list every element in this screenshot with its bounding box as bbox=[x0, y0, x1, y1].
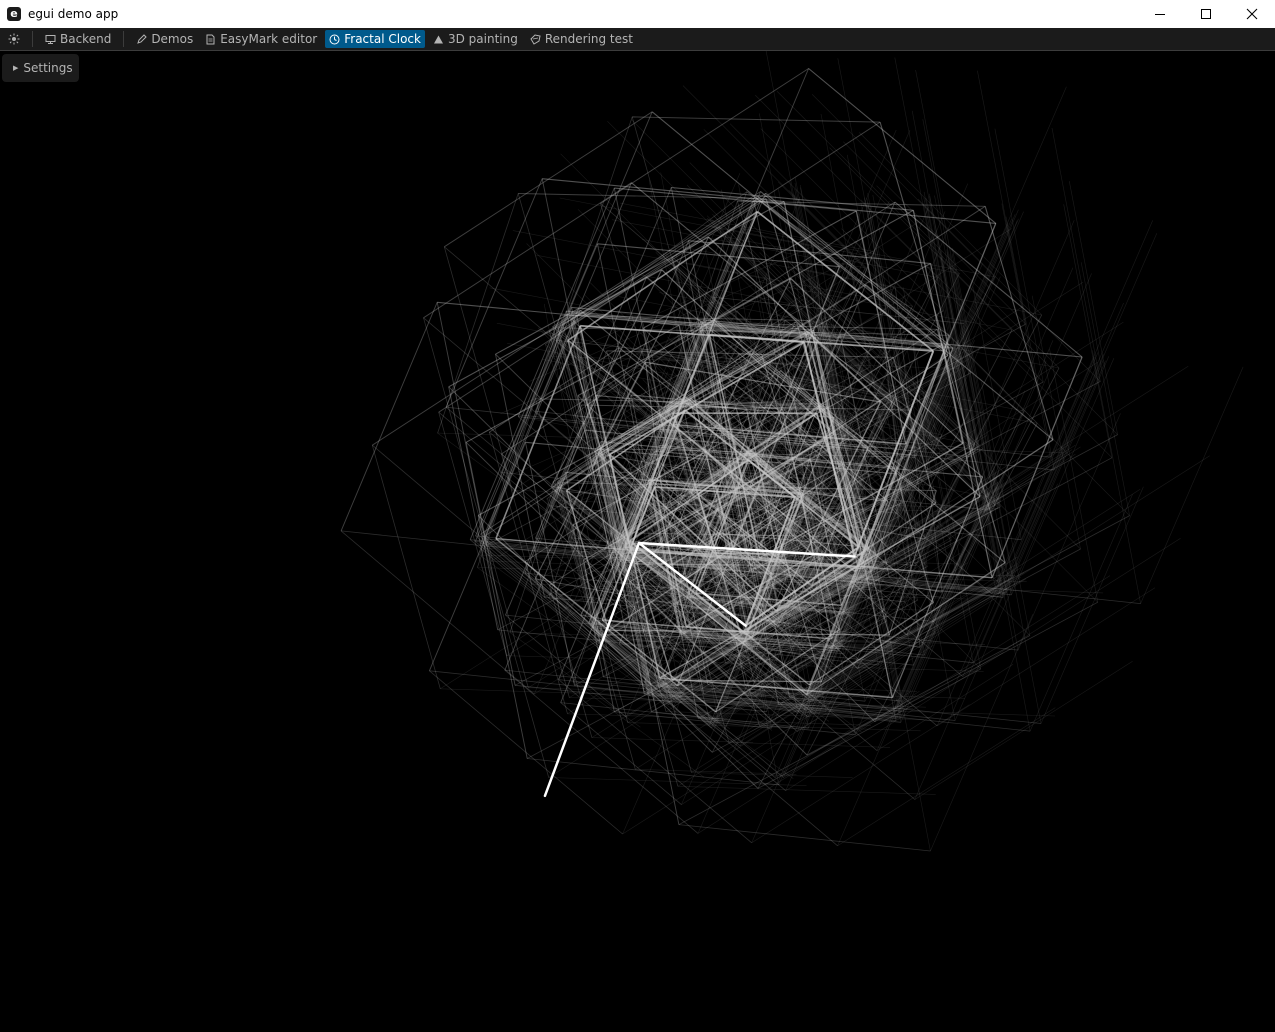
fractal-branch-line bbox=[524, 561, 568, 714]
fractal-clock-drawing bbox=[340, 51, 1244, 852]
collapsed-arrow-icon: ▶ bbox=[13, 64, 19, 72]
fractal-branch-line bbox=[969, 396, 1019, 651]
menu-bar: Backend Demos EasyMark editor Fractal Cl… bbox=[0, 28, 1275, 51]
fractal-branch-line bbox=[445, 178, 543, 408]
fractal-branch-line bbox=[1011, 357, 1115, 595]
settings-label: Settings bbox=[23, 61, 73, 75]
tab-rendering-test-label: Rendering test bbox=[544, 32, 633, 46]
app-icon: e bbox=[7, 7, 21, 21]
fractal-branch-line bbox=[559, 197, 814, 247]
fractal-branch-line bbox=[972, 425, 1076, 663]
tab-easymark-editor[interactable]: EasyMark editor bbox=[201, 30, 321, 48]
tab-3d-painting-label: 3D painting bbox=[447, 32, 518, 46]
tab-backend[interactable]: Backend bbox=[41, 30, 115, 48]
fractal-branch-line bbox=[1091, 350, 1141, 604]
fractal-branch-line bbox=[371, 445, 441, 689]
pencil-icon bbox=[137, 33, 148, 44]
fractal-branch-line bbox=[678, 824, 931, 852]
fractal-branch-line bbox=[437, 193, 519, 434]
fractal-branch-line bbox=[444, 111, 653, 248]
fractal-branch-line bbox=[728, 741, 891, 748]
fractal-branch-line bbox=[729, 123, 913, 307]
fractal-branch-line bbox=[423, 317, 492, 562]
close-icon bbox=[1246, 8, 1258, 20]
fractal-branch-line bbox=[971, 220, 1075, 458]
fractal-branch-line bbox=[682, 85, 866, 269]
fractal-branch-line bbox=[1054, 233, 1158, 471]
title-bar: e egui demo app bbox=[0, 0, 1275, 28]
fractal-clock-canvas[interactable] bbox=[0, 51, 1275, 1032]
tab-demos[interactable]: Demos bbox=[132, 30, 197, 48]
theme-toggle-button[interactable] bbox=[4, 30, 24, 48]
fractal-branch-line bbox=[340, 530, 535, 695]
fractal-branch-line bbox=[632, 116, 881, 123]
fractal-branch-line bbox=[930, 614, 1034, 852]
tab-backend-label: Backend bbox=[60, 32, 112, 46]
fractal-branch-line bbox=[1020, 302, 1124, 540]
fractal-branch-line bbox=[1000, 360, 1104, 598]
fractal-branch-line bbox=[970, 366, 1189, 505]
menu-separator bbox=[123, 31, 125, 47]
fractal-branch-line bbox=[340, 302, 438, 532]
fractal-branch-line bbox=[635, 768, 797, 775]
fractal-branch-line bbox=[372, 444, 566, 609]
tab-3d-painting[interactable]: 3D painting bbox=[429, 30, 522, 48]
fractal-branch-line bbox=[436, 302, 487, 546]
fractal-branch-line bbox=[1140, 366, 1244, 604]
fractal-branch-line bbox=[995, 352, 1099, 590]
fractal-branch-line bbox=[1031, 295, 1081, 550]
window-controls bbox=[1137, 0, 1275, 28]
tab-fractal-clock-label: Fractal Clock bbox=[344, 32, 421, 46]
settings-collapsing-header[interactable]: ▶ Settings bbox=[2, 54, 79, 82]
fractal-branch-line bbox=[600, 68, 809, 204]
triangle-icon bbox=[433, 35, 443, 43]
fractal-branch-line bbox=[1001, 203, 1051, 458]
menu-separator bbox=[32, 31, 33, 47]
minimize-icon bbox=[1155, 14, 1165, 15]
computer-icon bbox=[45, 34, 56, 44]
maximize-icon bbox=[1201, 9, 1211, 19]
sun-icon bbox=[8, 33, 20, 45]
document-icon bbox=[206, 34, 215, 44]
window-title: egui demo app bbox=[28, 7, 119, 21]
fractal-branch-line bbox=[759, 725, 921, 732]
minimize-button[interactable] bbox=[1137, 0, 1183, 28]
tab-rendering-test[interactable]: Rendering test bbox=[526, 30, 637, 48]
fractal-branch-line bbox=[1029, 494, 1133, 732]
fractal-branch-line bbox=[950, 340, 1054, 578]
tab-fractal-clock[interactable]: Fractal Clock bbox=[325, 30, 425, 48]
fractal-branch-line bbox=[991, 356, 1083, 578]
tab-demos-label: Demos bbox=[151, 32, 194, 46]
maximize-button[interactable] bbox=[1183, 0, 1229, 28]
fractal-branch-line bbox=[788, 266, 1042, 316]
close-button[interactable] bbox=[1229, 0, 1275, 28]
clock-hand-line bbox=[543, 541, 641, 798]
tab-easymark-editor-label: EasyMark editor bbox=[220, 32, 318, 46]
clock-icon bbox=[329, 34, 340, 44]
rendering-icon bbox=[530, 33, 541, 45]
